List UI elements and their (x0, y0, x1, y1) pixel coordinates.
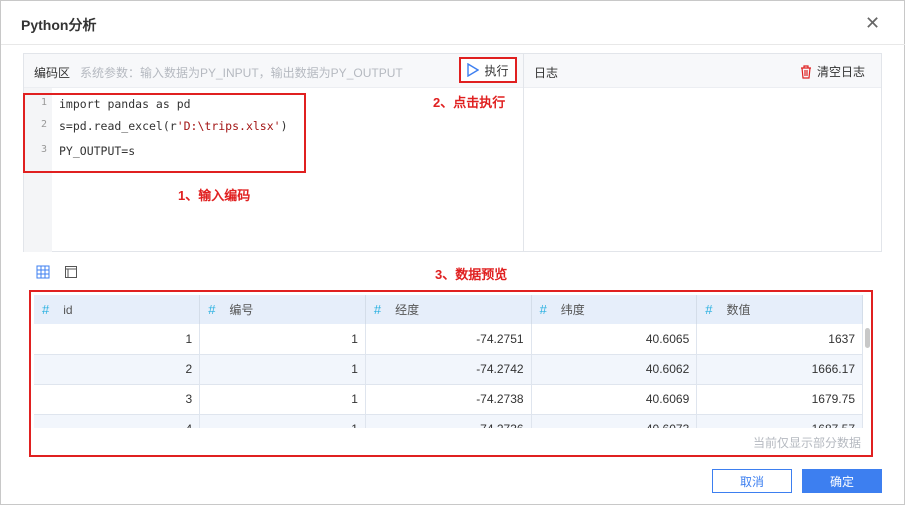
table-row: 2 1 -74.2742 40.6062 1666.17 (34, 354, 863, 385)
play-icon (467, 63, 480, 77)
table-cell: 3 (34, 384, 201, 415)
table-cell: 4 (34, 414, 201, 428)
table-row: 3 1 -74.2738 40.6069 1679.75 (34, 384, 863, 415)
cancel-button[interactable]: 取消 (712, 469, 792, 493)
log-panel: 日志 清空日志 (523, 53, 882, 252)
table-cell: 40.6065 (531, 324, 698, 355)
column-header-label: 编号 (229, 303, 254, 317)
table-cell: 1666.17 (696, 354, 863, 385)
table-cell: 40.6069 (531, 384, 698, 415)
table-cell: 1 (199, 414, 366, 428)
column-header[interactable]: # 数值 (696, 295, 863, 324)
column-header[interactable]: # 经度 (365, 295, 532, 324)
annotation-data-preview: 3、数据预览 (435, 267, 508, 282)
dialog-title: Python分析 (21, 17, 97, 33)
line-number: 2 (41, 119, 48, 130)
table-cell: 1 (199, 354, 366, 385)
table-cell: 1637 (696, 324, 863, 355)
table-cell: -74.2736 (365, 414, 532, 428)
clear-log-label: 清空日志 (816, 65, 865, 79)
title-bar: Python分析 ✕ (1, 1, 905, 45)
numeric-type-icon: # (373, 302, 382, 317)
line-number: 1 (41, 97, 48, 108)
table-cell: 1 (34, 324, 201, 355)
code-text: s=pd.read_excel(r (59, 119, 177, 133)
code-input[interactable]: 1 import pandas as pd 2 s=pd.read_excel(r'… (23, 93, 306, 173)
close-icon[interactable]: ✕ (865, 13, 880, 34)
numeric-type-icon: # (42, 302, 50, 317)
annotation-input-code: 1、输入编码 (178, 188, 251, 203)
table-cell: -74.2738 (365, 384, 532, 415)
numeric-type-icon: # (705, 302, 713, 317)
data-preview-table: # id # 编号 # 经度 # 纬度 # 数值 1 1 -74.2751 40.6065 1637 2 1-… (29, 290, 873, 457)
table-cell: 1679.75 (696, 384, 863, 415)
table-row: 1 1 -74.2751 40.6065 1637 (34, 324, 863, 355)
column-header[interactable]: # 纬度 (531, 295, 698, 324)
python-analysis-dialog: Python分析 ✕ 编码区 系统参数：输入数据为PY_INPUT，输出数据为P… (0, 0, 905, 505)
table-cell: 40.6062 (531, 354, 698, 385)
editor-label: 编码区 (34, 66, 71, 80)
code-text: ) (280, 119, 288, 133)
table-cell: -74.2751 (365, 324, 532, 355)
grid-view-icon[interactable] (36, 265, 50, 279)
clear-log-button[interactable]: 清空日志 (800, 63, 865, 80)
panel-view-icon[interactable] (64, 265, 78, 279)
table-cell: 40.6073 (531, 414, 698, 428)
column-header-label: id (63, 303, 73, 317)
code-line: import pandas as pd (59, 97, 191, 111)
numeric-type-icon: # (208, 302, 216, 317)
code-line: PY_OUTPUT=s (59, 144, 136, 158)
table-row: 41-74.273640.60731687.57 (34, 414, 863, 428)
table-cell: 1687.57 (696, 414, 863, 428)
log-label: 日志 (534, 66, 559, 80)
confirm-button[interactable]: 确定 (802, 469, 882, 493)
column-header[interactable]: # 编号 (199, 295, 366, 324)
table-cell: 2 (34, 354, 201, 385)
run-label: 执行 (484, 63, 509, 78)
column-header-label: 经度 (395, 303, 420, 317)
table-scrollbar[interactable] (865, 328, 870, 348)
code-string: 'D:\trips.xlsx' (176, 119, 281, 133)
column-header-label: 数值 (726, 303, 751, 317)
column-header[interactable]: # id (34, 295, 201, 324)
editor-hint: 系统参数：输入数据为PY_INPUT，输出数据为PY_OUTPUT (80, 66, 403, 80)
table-cell: 1 (199, 384, 366, 415)
code-line: s=pd.read_excel(r'D:\trips.xlsx') (59, 119, 288, 133)
run-button[interactable]: 执行 (459, 57, 517, 83)
table-cell: -74.2742 (365, 354, 532, 385)
column-header-label: 纬度 (560, 303, 585, 317)
partial-data-note: 当前仅显示部分数据 (752, 436, 861, 450)
table-cell: 1 (199, 324, 366, 355)
line-number: 3 (41, 144, 48, 155)
annotation-click-run: 2、点击执行 (433, 95, 506, 110)
numeric-type-icon: # (539, 302, 547, 317)
trash-icon (800, 64, 811, 79)
